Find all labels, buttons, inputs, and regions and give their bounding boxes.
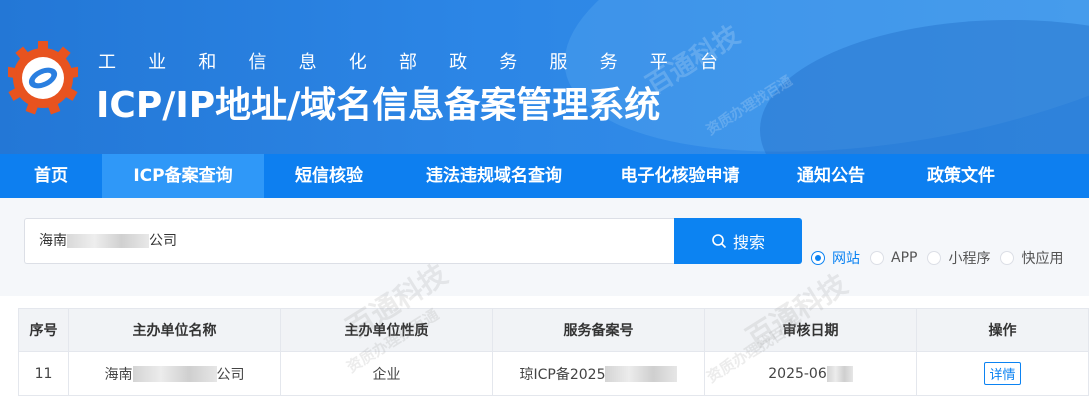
redacted-text [605, 365, 678, 382]
table-row: 11 海南 公司 企业 琼ICP备2025 2025-06 详情 [18, 352, 1089, 396]
radio-quick-app[interactable]: 快应用 [1000, 248, 1063, 268]
cell-action: 详情 [917, 352, 1089, 395]
radio-app[interactable]: APP [870, 250, 917, 266]
cell-org-name: 海南 公司 [69, 352, 281, 395]
search-panel: 海南 公司 搜索 网站 APP 小程序 快应用 [0, 198, 1089, 296]
search-button[interactable]: 搜索 [674, 218, 802, 264]
search-icon [712, 234, 727, 249]
cell-org-nature: 企业 [281, 352, 493, 395]
cell-index: 11 [18, 352, 69, 395]
col-header-org-nature: 主办单位性质 [281, 309, 493, 351]
main-nav: 首页 ICP备案查询 短信核验 违法违规域名查询 电子化核验申请 通知公告 政策… [0, 154, 1089, 198]
nav-item-home[interactable]: 首页 [0, 154, 102, 198]
site-header: 工业 和信 息化 部政 务服 务平 台 ICP/IP地址/域名信息备案管理系统 [0, 0, 1089, 154]
col-header-org-name: 主办单位名称 [69, 309, 281, 351]
results-table: 序号 主办单位名称 主办单位性质 服务备案号 审核日期 操作 11 海南 公司 企… [18, 308, 1089, 396]
nav-item-e-verify[interactable]: 电子化核验申请 [594, 154, 766, 198]
cell-review-date: 2025-06 [705, 352, 917, 395]
table-header-row: 序号 主办单位名称 主办单位性质 服务备案号 审核日期 操作 [18, 308, 1089, 352]
search-input[interactable]: 海南 公司 [24, 218, 674, 264]
nav-item-policy[interactable]: 政策文件 [896, 154, 1026, 198]
col-header-review-date: 审核日期 [705, 309, 917, 351]
ministry-logo-icon [8, 41, 78, 115]
col-header-index: 序号 [18, 309, 69, 351]
detail-button[interactable]: 详情 [984, 362, 1021, 385]
col-header-record-no: 服务备案号 [493, 309, 705, 351]
cell-record-no: 琼ICP备2025 [493, 352, 705, 395]
header-title: ICP/IP地址/域名信息备案管理系统 [96, 85, 661, 126]
redacted-text [826, 365, 853, 382]
col-header-action: 操作 [917, 309, 1089, 351]
redacted-text [67, 234, 149, 248]
radio-mini-program[interactable]: 小程序 [927, 248, 990, 268]
redacted-text [132, 365, 217, 382]
nav-item-sms-verify[interactable]: 短信核验 [264, 154, 394, 198]
search-type-group: 网站 APP 小程序 快应用 [811, 248, 1063, 268]
nav-item-icp-query[interactable]: ICP备案查询 [102, 154, 264, 198]
nav-item-notice[interactable]: 通知公告 [766, 154, 896, 198]
nav-item-illegal-domain[interactable]: 违法违规域名查询 [394, 154, 594, 198]
header-subtitle: 工业 和信 息化 部政 务服 务平 台 [98, 52, 718, 72]
radio-website[interactable]: 网站 [811, 248, 860, 268]
